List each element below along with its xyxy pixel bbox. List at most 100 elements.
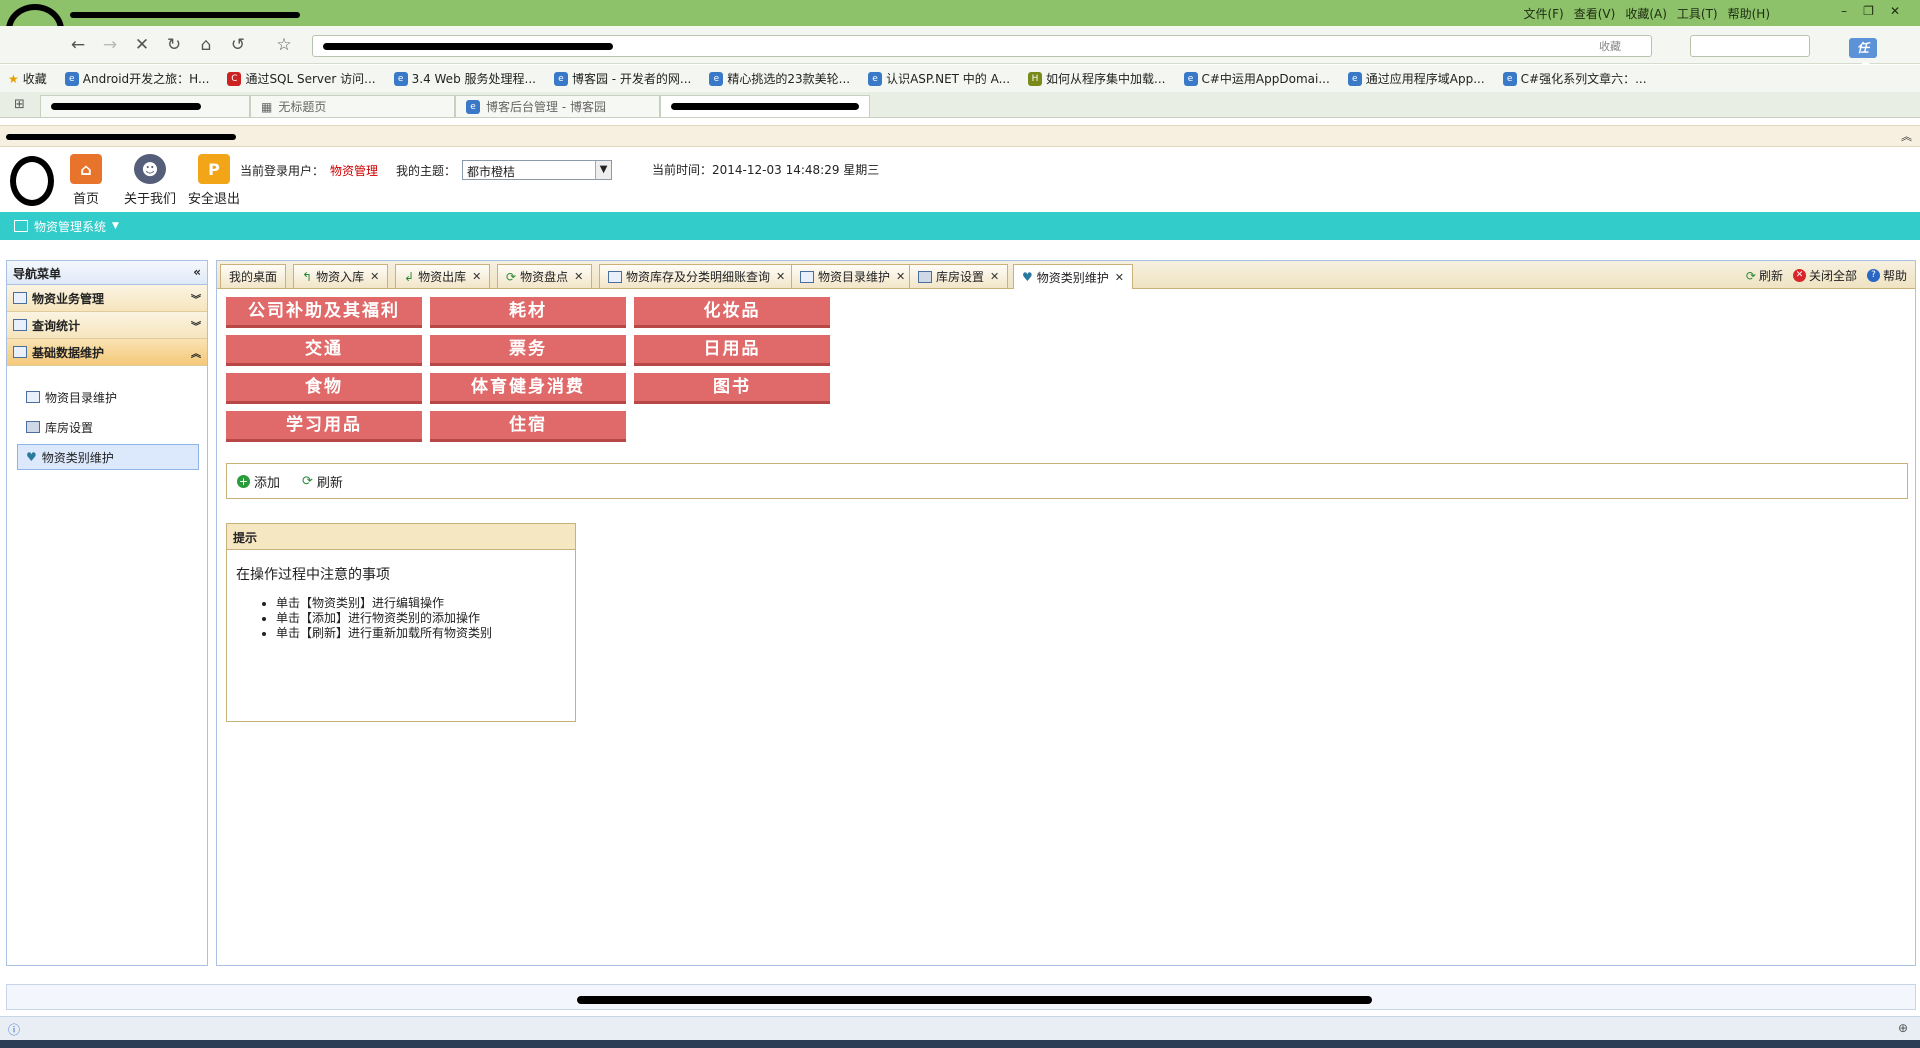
forward-icon[interactable]: → [98,35,122,55]
bookmark-item[interactable]: e 精心挑选的23款美轮... [709,70,850,87]
tab-stock-in[interactable]: ↰ 物资入库 ✕ [293,264,389,288]
bookmark-item[interactable]: C 通过SQL Server 访问... [227,70,376,87]
browser-search-box[interactable] [1690,35,1810,57]
zoom-icon[interactable]: ⊕ [1898,1021,1908,1035]
redaction-mark [577,996,1372,1004]
group-label: 物资业务管理 [32,291,105,306]
tab-stock-query[interactable]: 物资库存及分类明细账查询 ✕ [599,264,795,288]
tab-desktop[interactable]: 我的桌面 [220,264,287,288]
menu-tools[interactable]: 工具(T) [1677,5,1718,22]
bookmark-icon: e [64,71,79,86]
star-icon[interactable]: ☆ [272,35,296,55]
refresh-label: 刷新 [316,475,343,491]
category-button[interactable]: 食物 [226,373,422,404]
task-reminder-badge[interactable]: 任务提醒 3 [1849,38,1878,135]
tab-stock-out[interactable]: ↲ 物资出库 ✕ [395,264,491,288]
toolbar-refresh-button[interactable]: ⟳ 刷新 [302,472,343,491]
menu-file[interactable]: 文件(F) [1523,5,1563,22]
collapse-icon[interactable]: ︽ [1901,128,1912,144]
browser-tab[interactable]: ▦ 无标题页 [250,95,455,117]
category-button[interactable]: 耗材 [430,297,626,328]
maximize-icon[interactable]: ❐ [1863,4,1874,18]
reload-icon[interactable]: ↻ [162,35,186,55]
sidebar-item-catalog[interactable]: 物资目录维护 [17,384,199,410]
close-tab-icon[interactable]: ✕ [370,270,379,283]
close-tab-icon[interactable]: ✕ [990,270,999,283]
home-nav[interactable]: ⌂ 首页 [66,154,106,207]
about-nav[interactable]: ☻ 关于我们 [122,154,178,207]
close-tab-icon[interactable]: ✕ [776,270,785,283]
home-icon[interactable]: ⌂ [194,35,218,55]
add-button[interactable]: + 添加 [237,472,280,491]
tab-warehouse[interactable]: 库房设置 ✕ [909,264,1009,288]
bookmark-item[interactable]: e C#强化系列文章六：... [1502,70,1647,87]
browser-tab-active[interactable] [660,95,870,117]
category-button[interactable]: 学习用品 [226,411,422,442]
theme-select[interactable]: 都市橙桔 ▼ [462,160,613,180]
sidebar-group-query[interactable]: 查询统计 ︾ [7,312,207,339]
tab-catalog[interactable]: 物资目录维护 ✕ [791,264,915,288]
collapse-sidebar-icon[interactable]: « [193,265,201,280]
menu-favorites[interactable]: 收藏(A) [1625,5,1667,22]
close-tab-icon[interactable]: ✕ [472,270,481,283]
help-button[interactable]: ? 帮助 [1866,267,1907,284]
sidebar-group-business[interactable]: 物资业务管理 ︾ [7,285,207,312]
table-icon [608,270,622,283]
browser-tab[interactable]: e 博客后台管理 - 博客园 [455,95,660,117]
bookmark-item[interactable]: e C#中运用AppDomai... [1183,70,1330,87]
bookmark-item[interactable]: H 如何从程序集中加载... [1028,70,1166,87]
sidebar-group-basedata[interactable]: 基础数据维护 ︽ [7,339,207,366]
system-menu-button[interactable]: 物资管理系统 [34,218,106,235]
close-tab-icon[interactable]: ✕ [896,270,905,283]
close-tab-icon[interactable]: ✕ [1115,271,1124,284]
logo-redacted [10,156,54,206]
window-icon [14,220,28,232]
bookmark-item[interactable]: e 认识ASP.NET 中的 A... [868,70,1010,87]
tag-icon: ♥ [1022,270,1033,284]
stop-icon[interactable]: ✕ [130,35,154,55]
tab-label: 物资出库 [418,270,467,284]
tab-category[interactable]: ♥ 物资类别维护 ✕ [1013,264,1133,289]
bookmark-item[interactable]: e 博客园 - 开发者的网... [553,70,691,87]
category-button[interactable]: 图书 [634,373,830,404]
category-button[interactable]: 住宿 [430,411,626,442]
footer [6,984,1916,1010]
logout-nav[interactable]: P 安全退出 [186,154,242,207]
menu-view[interactable]: 查看(V) [1574,5,1616,22]
user-name: 物资管理 [330,163,379,178]
sidebar-item-category[interactable]: ♥ 物资类别维护 [17,444,199,470]
back-icon[interactable]: ← [66,35,90,55]
close-all-button[interactable]: ✕ 关闭全部 [1792,267,1857,284]
menu-help[interactable]: 帮助(H) [1728,5,1770,22]
history-icon[interactable]: ↺ [226,35,250,55]
table-icon [800,270,814,283]
tab-inventory[interactable]: ⟳ 物资盘点 ✕ [497,264,593,288]
close-icon[interactable]: ✕ [1890,4,1900,18]
warehouse-icon [26,421,40,433]
bookmark-item[interactable]: e 通过应用程序域App... [1347,70,1485,87]
hint-panel: 提示 在操作过程中注意的事项 单击【物资类别】进行编辑操作 单击【添加】进行物资… [226,523,576,722]
browser-menu: 文件(F) 查看(V) 收藏(A) 工具(T) 帮助(H) [1523,5,1770,22]
minimize-icon[interactable]: – [1841,4,1847,18]
address-bar[interactable]: 任务提醒 3 收藏 [312,35,1878,135]
sidebar-item-warehouse[interactable]: 库房设置 [17,414,199,440]
hint-item: 单击【物资类别】进行编辑操作 [276,596,566,611]
home-icon: ⌂ [70,154,102,184]
close-tab-icon[interactable]: ✕ [574,270,583,283]
bookmark-item[interactable]: e 3.4 Web 服务处理程... [393,70,536,87]
category-button[interactable]: 票务 [430,335,626,366]
browser-tab[interactable] [40,95,250,117]
navigation-sidebar: 导航菜单 « 物资业务管理 ︾ 查询统计 ︾ 基础数据维护 ︽ 物资目录维护 库… [6,260,208,966]
chevron-down-icon[interactable]: ▼ [112,221,119,231]
category-button[interactable]: 公司补助及其福利 [226,297,422,328]
bookmark-item[interactable]: e Android开发之旅：H... [64,70,209,87]
chevron-up-icon: ︽ [191,348,201,360]
info-icon[interactable]: ⓘ [8,1021,20,1038]
refresh-button[interactable]: ⟳ 刷新 [1746,267,1783,284]
category-button[interactable]: 体育健身消费 [430,373,626,404]
grid-icon[interactable]: ⊞ [14,97,25,112]
category-button[interactable]: 交通 [226,335,422,366]
category-button[interactable]: 化妆品 [634,297,830,328]
category-button[interactable]: 日用品 [634,335,830,366]
bookmark-favorites[interactable]: ★ 收藏 [8,70,47,87]
